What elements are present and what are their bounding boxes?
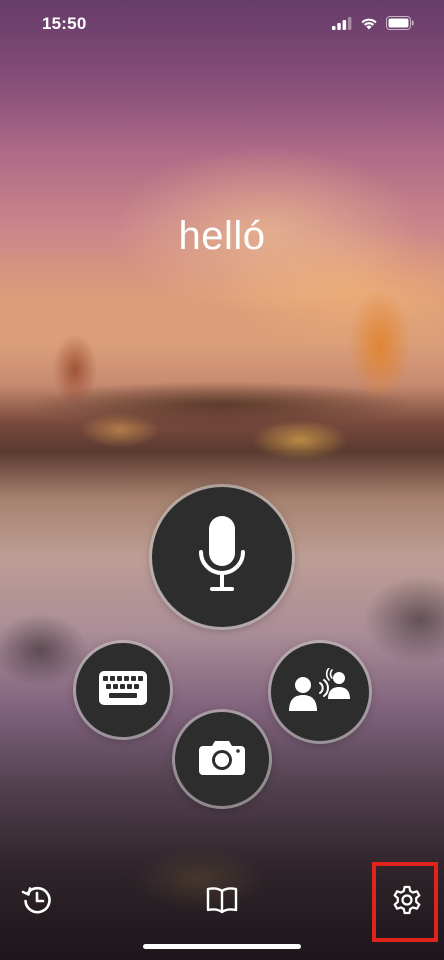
history-button[interactable] <box>15 880 59 924</box>
status-icons <box>332 16 414 35</box>
conversation-icon <box>289 666 351 717</box>
cellular-signal-icon <box>332 16 352 35</box>
camera-icon <box>199 739 245 780</box>
microphone-icon <box>192 514 252 601</box>
translator-screen: 15:50 helló <box>0 0 444 960</box>
keyboard-icon <box>99 670 147 710</box>
detected-phrase: helló <box>178 214 266 258</box>
home-indicator[interactable] <box>143 944 301 949</box>
conversation-button[interactable] <box>271 643 369 741</box>
keyboard-button[interactable] <box>76 643 170 737</box>
status-bar: 15:50 <box>0 0 444 50</box>
history-icon <box>21 884 53 921</box>
settings-highlight-box <box>372 862 438 942</box>
wifi-icon <box>360 17 378 35</box>
background-dim <box>0 0 444 960</box>
camera-button[interactable] <box>175 712 269 806</box>
battery-icon <box>386 16 414 35</box>
book-icon <box>206 886 238 919</box>
status-time: 15:50 <box>42 14 87 33</box>
microphone-button[interactable] <box>152 487 292 627</box>
phrasebook-button[interactable] <box>200 880 244 924</box>
